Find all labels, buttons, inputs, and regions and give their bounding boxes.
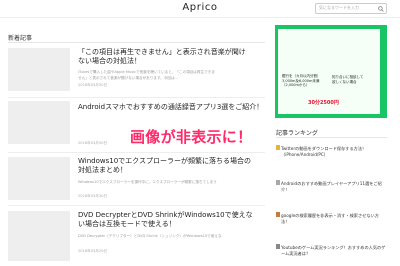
section-heading: 新着記事 xyxy=(8,35,33,42)
ranking-item[interactable]: Androidのおすすめ動画プレイヤーアプリ11選をご紹介！ xyxy=(276,180,387,208)
rank-badge xyxy=(276,145,280,150)
rank-badge xyxy=(276,244,280,249)
article-title[interactable]: 「この項目は再生できません」と表示され音楽が聞け ない場合の対処法！ xyxy=(78,48,264,67)
divider xyxy=(8,42,265,43)
overlay-caption: 画像が非表示に！ xyxy=(130,128,253,146)
ranking-item[interactable]: Youtubeのゲーム実況ランキング！おすすめの人気のゲーム実況者は？ xyxy=(276,244,387,266)
article-excerpt: せん」と表示されて音楽が聞けない場合があります。今回は... xyxy=(78,76,178,80)
ranking-item[interactable]: googleの検索履歴を非表示・消す・検索させない方法！ xyxy=(276,212,387,240)
article-card[interactable]: Windows10でエクスプローラーが頻繁に落ちる場合の 対処法まとめ！ Win… xyxy=(8,157,265,202)
rank-badge xyxy=(276,212,280,217)
article-date: 2018年03月30日 xyxy=(78,83,108,87)
article-thumbnail[interactable] xyxy=(8,157,70,200)
ad-banner[interactable]: 銀行を（カ月以内分割） 3,000m及6,000m未満 （2,000mから） 知… xyxy=(275,25,387,118)
article-date: 2018年03月30日 xyxy=(78,194,108,198)
article-excerpt: iTunesで購入した曲やApple Musicで音楽を聴いていると、「この項目… xyxy=(78,70,215,74)
article-card[interactable]: DVD DecrypterとDVD ShrinkがWindows10で使えな い… xyxy=(8,211,265,266)
ad-text: 銀行を（カ月以内分割） 3,000m及6,000m未満 （2,000mから） xyxy=(282,74,321,87)
divider xyxy=(8,205,265,206)
article-title[interactable]: Windows10でエクスプローラーが頻繁に落ちる場合の 対処法まとめ！ xyxy=(78,157,264,176)
ranking-item-title[interactable]: Twitterの動画をダウンロード保存する方法！（iPhone/Android/… xyxy=(281,146,387,158)
rank-badge xyxy=(276,180,280,185)
ranking-item-title[interactable]: Androidのおすすめ動画プレイヤーアプリ11選をご紹介！ xyxy=(281,181,387,193)
article-thumbnail[interactable] xyxy=(8,211,70,261)
article-thumbnail[interactable] xyxy=(8,48,70,91)
article-date: 2018年03月30日 xyxy=(78,141,108,145)
article-title[interactable]: DVD DecrypterとDVD ShrinkがWindows10で使えな い… xyxy=(78,211,264,230)
search-icon[interactable] xyxy=(378,6,384,12)
article-card[interactable]: 「この項目は再生できません」と表示され音楽が聞け ない場合の対処法！ iTune… xyxy=(8,48,265,98)
site-header: Aprico 気になるワードを入力 xyxy=(0,0,400,18)
divider xyxy=(276,137,387,138)
article-date: 2018年03月29日 xyxy=(78,249,108,253)
divider xyxy=(8,97,265,98)
search-input[interactable]: 気になるワードを入力 xyxy=(315,3,387,14)
ranking-item[interactable]: Twitterの動画をダウンロード保存する方法！（iPhone/Android/… xyxy=(276,145,387,173)
ad-text: 知り合いに相談して 欲しくない場合 xyxy=(332,75,364,84)
ad-price: 30分2500円 xyxy=(308,100,339,106)
article-excerpt: Windows10でエクスプローラーを操作中に、エクスプローラーが頻繁に落ちてし… xyxy=(78,180,217,184)
article-title[interactable]: Androidスマホでおすすめの通話録音アプリ3選をご紹介！ xyxy=(78,103,264,112)
ranking-item-title[interactable]: Youtubeのゲーム実況ランキング！おすすめの人気のゲーム実況者は？ xyxy=(281,245,387,257)
ranking-heading: 記事ランキング xyxy=(276,130,318,137)
search-placeholder: 気になるワードを入力 xyxy=(319,5,359,10)
divider xyxy=(8,152,265,153)
article-excerpt: DVD Decrypter（デクリプター）とDVD Shrink（シュリンク）が… xyxy=(78,234,222,238)
ad-panel: 銀行を（カ月以内分割） 3,000m及6,000m未満 （2,000mから） 知… xyxy=(278,29,380,114)
ranking-item-title[interactable]: googleの検索履歴を非表示・消す・検索させない方法！ xyxy=(281,213,387,225)
article-thumbnail[interactable] xyxy=(8,101,70,144)
